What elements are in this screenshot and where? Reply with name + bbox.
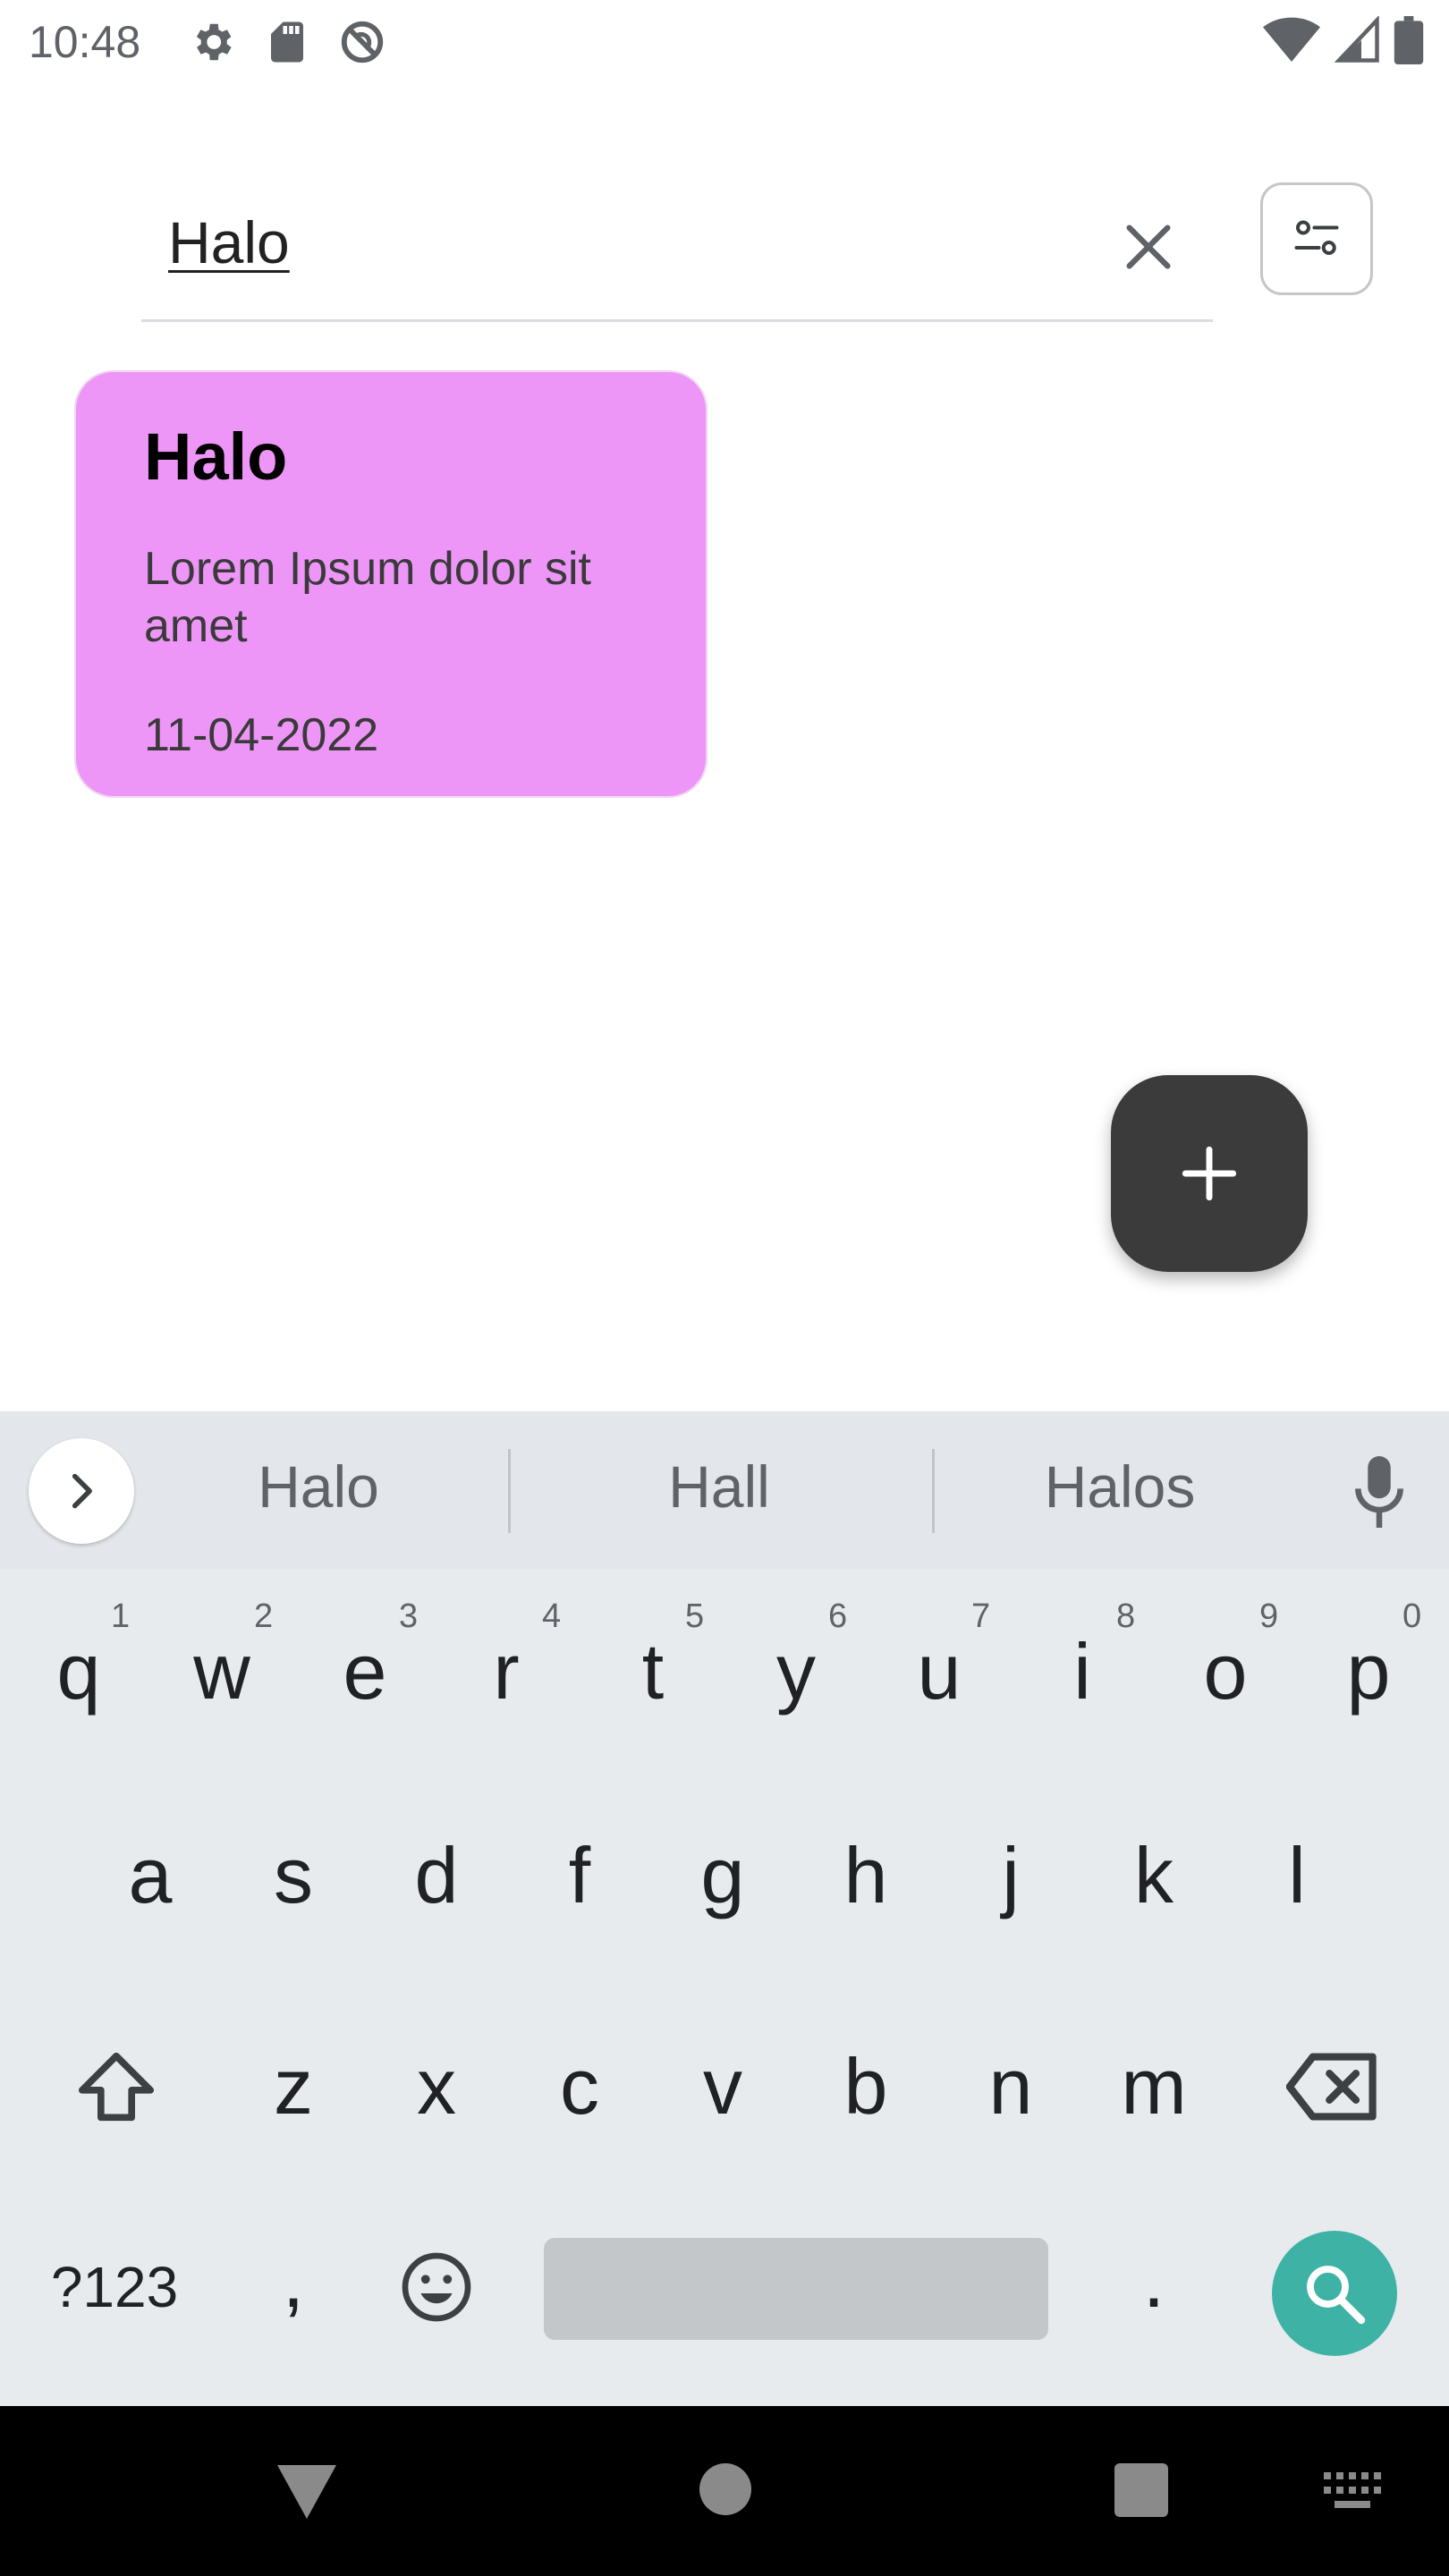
battery-icon [1394,16,1424,69]
key-o[interactable]: o [1186,1614,1265,1730]
note-date: 11-04-2022 [144,709,379,761]
key-c[interactable]: c [540,2029,619,2145]
symbols-key[interactable]: ?123 [36,2229,193,2345]
backspace-key[interactable] [1277,2029,1388,2145]
navigation-bar [0,2406,1449,2576]
settings-icon [188,18,236,66]
suggestion-bar: Halo Hall Halos [0,1411,1449,1569]
key-hint-7: 7 [971,1597,991,1635]
microphone-icon [1355,1456,1403,1528]
soft-keyboard: Halo Hall Halos q 1 w 2 e 3 r 4 t 5 y 6 … [0,1411,1449,2406]
space-key[interactable] [544,2238,1048,2340]
suggestion-1[interactable]: Halo [211,1453,426,1521]
back-button[interactable] [277,2465,336,2523]
search-bar [141,179,1213,322]
key-z[interactable]: z [254,2029,333,2145]
note-card[interactable]: Halo Lorem Ipsum dolor sit amet 11-04-20… [74,370,708,798]
key-h[interactable]: h [826,1818,905,1934]
keyboard-switch-icon [1324,2472,1381,2508]
suggestion-divider [932,1449,935,1533]
key-hint-0: 0 [1402,1597,1422,1635]
key-n[interactable]: n [971,2029,1050,2145]
key-r[interactable]: r [467,1614,546,1730]
emoji-key[interactable] [385,2229,488,2345]
key-x[interactable]: x [397,2029,476,2145]
period-key[interactable]: . [1114,2222,1193,2338]
suggestion-3[interactable]: Halos [1013,1453,1227,1521]
key-a[interactable]: a [111,1818,190,1934]
voice-input-button[interactable] [1351,1456,1408,1528]
key-g[interactable]: g [683,1818,762,1934]
suggestion-2[interactable]: Hall [612,1453,826,1521]
status-icons-left [188,18,386,66]
emoji-icon [402,2252,471,2322]
wifi-icon [1263,16,1320,69]
plus-icon [1182,1146,1237,1201]
key-hint-8: 8 [1116,1597,1136,1635]
key-i[interactable]: i [1043,1614,1122,1730]
key-m[interactable]: m [1097,2029,1211,2145]
back-icon [277,2465,336,2519]
key-j[interactable]: j [971,1818,1050,1934]
key-hint-4: 4 [542,1597,562,1635]
key-u[interactable]: u [900,1614,979,1730]
status-bar: 10:48 [0,0,1449,86]
key-t[interactable]: t [614,1614,692,1730]
add-note-button[interactable] [1111,1075,1308,1272]
search-input[interactable] [168,202,1063,283]
sd-card-icon [263,18,311,66]
key-hint-1: 1 [111,1597,131,1635]
key-hint-3: 3 [399,1597,419,1635]
key-e[interactable]: e [326,1614,404,1730]
backspace-icon [1286,2053,1377,2121]
key-l[interactable]: l [1258,1818,1336,1934]
key-s[interactable]: s [254,1818,333,1934]
key-hint-5: 5 [685,1597,705,1635]
filter-icon [1294,220,1339,256]
key-b[interactable]: b [826,2029,905,2145]
key-d[interactable]: d [397,1818,476,1934]
keyboard-switch-button[interactable] [1324,2472,1381,2516]
close-icon [1126,225,1171,269]
shift-key[interactable] [63,2029,170,2145]
clear-search-button[interactable] [1106,204,1191,290]
signal-icon [1334,14,1379,69]
recents-button[interactable] [1114,2463,1168,2517]
filter-button[interactable] [1260,182,1373,295]
suggestion-divider [508,1449,511,1533]
chevron-right-icon [72,1473,92,1509]
status-time: 10:48 [29,17,141,67]
key-hint-6: 6 [828,1597,848,1635]
key-y[interactable]: y [757,1614,835,1730]
key-q[interactable]: q [39,1614,118,1730]
expand-toolbar-button[interactable] [29,1438,134,1544]
key-p[interactable]: p [1329,1614,1408,1730]
no-disturb-icon [338,18,386,66]
key-f[interactable]: f [540,1818,619,1934]
key-w[interactable]: w [182,1614,261,1730]
key-v[interactable]: v [683,2029,762,2145]
note-title: Halo [144,419,288,494]
key-k[interactable]: k [1114,1818,1193,1934]
note-body: Lorem Ipsum dolor sit amet [144,543,591,652]
shift-icon [79,2052,154,2122]
keyboard-search-button[interactable] [1272,2231,1397,2356]
status-icons-right [1263,14,1424,69]
search-icon [1307,2266,1366,2325]
comma-key[interactable]: , [254,2222,333,2338]
key-hint-9: 9 [1259,1597,1279,1635]
home-button[interactable] [699,2463,751,2515]
key-hint-2: 2 [254,1597,274,1635]
